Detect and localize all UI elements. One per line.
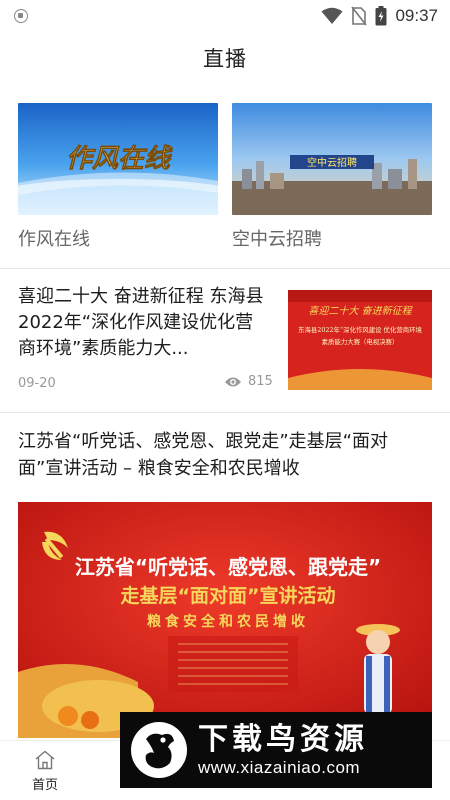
news-list-item[interactable]: 喜迎二十大 奋进新征程 东海县2022年“深化作风建设优化营商环境”素质能力大.… xyxy=(18,284,432,396)
banner-line: 江苏省“听党话、感党恩、跟党走” xyxy=(75,555,381,579)
banner-line: 走基层“面对面”宣讲活动 xyxy=(121,584,336,607)
eye-icon xyxy=(225,377,241,386)
watermark-url: www.xiazainiao.com xyxy=(198,758,361,777)
live-channel-list: 作风在线 作风在线 空中云招聘 空中云招聘 xyxy=(18,103,432,263)
banner-line: 粮食安全和农民增收 xyxy=(147,613,309,630)
thumb-line: 素质能力大赛（电视决赛） xyxy=(322,337,399,346)
live-channel-label: 空中云招聘 xyxy=(232,229,322,250)
news-title: 江苏省“听党话、感党恩、跟党走”走基层“面对面”宣讲活动 – 粮食安全和农民增收 xyxy=(18,431,388,479)
view-count-value: 815 xyxy=(248,374,273,389)
live-channel-thumbnail: 作风在线 xyxy=(18,103,218,215)
live-channel-label: 作风在线 xyxy=(18,229,90,250)
divider xyxy=(0,412,450,413)
battery-icon xyxy=(375,6,387,26)
live-channel-thumbnail: 空中云招聘 xyxy=(232,103,432,215)
news-list-item[interactable]: 江苏省“听党话、感党恩、跟党走”走基层“面对面”宣讲活动 – 粮食安全和农民增收… xyxy=(18,428,432,738)
bird-logo-icon xyxy=(131,722,187,778)
status-bar: 09:37 xyxy=(0,0,450,32)
news-thumbnail: 喜迎二十大 奋进新征程 东海县2022年“深化作风建设 优化营商环境 素质能力大… xyxy=(288,290,432,390)
page-title: 直播 xyxy=(203,47,247,71)
tab-label: 首页 xyxy=(31,777,58,793)
shield-icon xyxy=(14,9,28,23)
wifi-icon xyxy=(321,7,343,24)
view-count: 815 xyxy=(224,374,273,389)
news-title: 喜迎二十大 奋进新征程 东海县2022年“深化作风建设优化营商环境”素质能力大.… xyxy=(18,286,264,359)
home-icon xyxy=(35,750,55,769)
tab-home[interactable]: 首页 xyxy=(0,741,90,800)
live-channel-card[interactable]: 作风在线 作风在线 xyxy=(18,103,218,251)
news-banner-image: 江苏省“听党话、感党恩、跟党走” 走基层“面对面”宣讲活动 粮食安全和农民增收 xyxy=(18,502,432,738)
thumb-line: 东海县2022年“深化作风建设 优化营商环境 xyxy=(298,325,422,334)
no-sim-icon xyxy=(351,6,368,26)
watermark-title: 下载鸟资源 xyxy=(198,722,368,757)
thumb-title: 空中云招聘 xyxy=(307,156,357,169)
thumb-heading: 喜迎二十大 奋进新征程 xyxy=(308,305,413,317)
divider xyxy=(0,268,450,269)
thumb-title: 作风在线 xyxy=(66,144,173,174)
page-header: 直播 xyxy=(0,32,450,84)
status-time: 09:37 xyxy=(395,6,438,25)
watermark-overlay: 下载鸟资源 www.xiazainiao.com xyxy=(120,712,432,788)
live-channel-card[interactable]: 空中云招聘 空中云招聘 xyxy=(232,103,432,251)
news-date: 09-20 xyxy=(18,376,56,391)
